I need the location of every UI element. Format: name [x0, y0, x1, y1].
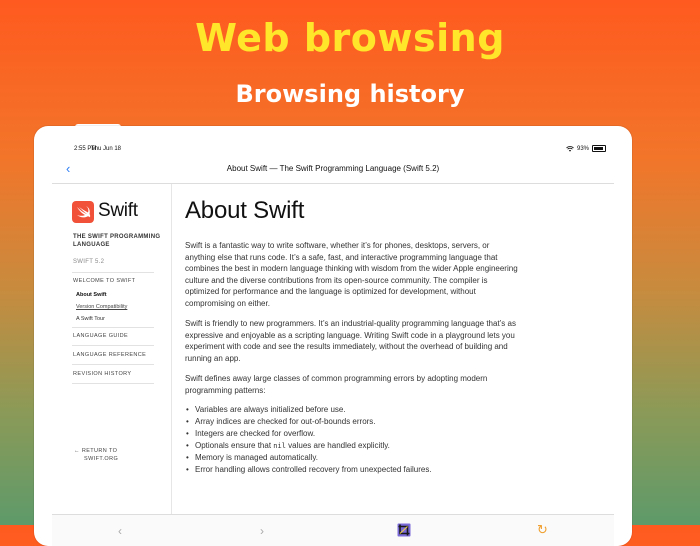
battery-percent: 93%: [576, 145, 589, 152]
reload-icon[interactable]: ↻: [537, 522, 548, 538]
return-link-line2: SWIFT.ORG: [84, 456, 119, 462]
nav-bar: ‹ About Swift — The Swift Programming La…: [52, 156, 614, 184]
book-title: THE SWIFT PROGRAMMING LANGUAGE: [73, 234, 161, 248]
bottom-toolbar: ‹ › ↻: [52, 514, 614, 546]
sidebar-item-revision-history[interactable]: REVISION HISTORY: [73, 371, 131, 377]
return-link-line1: ← RETURN TO: [74, 448, 118, 454]
status-right: 93%: [566, 145, 606, 152]
swift-logo-text[interactable]: Swift: [98, 200, 138, 222]
sidebar-divider: [72, 383, 154, 384]
code-nil: nil: [273, 442, 286, 450]
sidebar-divider: [72, 364, 154, 365]
doc-sidebar: Swift THE SWIFT PROGRAMMING LANGUAGE SWI…: [52, 184, 172, 514]
battery-icon: [592, 145, 606, 152]
sidebar-divider: [72, 272, 154, 273]
list-item: Integers are checked for overflow.: [185, 428, 605, 440]
sidebar-item-swift-tour[interactable]: A Swift Tour: [76, 316, 105, 322]
crop-icon[interactable]: [397, 523, 411, 537]
sidebar-item-language-guide[interactable]: LANGUAGE GUIDE: [73, 333, 128, 339]
article-paragraph: Swift is friendly to new programmers. It…: [185, 319, 516, 363]
list-item: Array indices are checked for out-of-bou…: [185, 416, 605, 428]
sidebar-divider: [72, 345, 154, 346]
safety-bullet-list: Variables are always initialized before …: [185, 404, 605, 476]
headline-title: Web browsing: [195, 16, 505, 60]
swift-bird-icon: [77, 206, 91, 218]
browser-screen: 2:55 PM Thu Jun 18 93% ‹ About Swift — T…: [52, 142, 614, 546]
status-bar: 2:55 PM Thu Jun 18 93%: [52, 142, 614, 156]
article-content: About Swift Swift is a fantastic way to …: [185, 184, 605, 514]
headline-subtitle: Browsing history: [235, 80, 465, 108]
article-paragraph: Swift is a fantastic way to write softwa…: [185, 241, 518, 308]
list-item-text: Optionals ensure that: [195, 441, 274, 450]
sidebar-item-about-swift[interactable]: About Swift: [76, 292, 107, 298]
list-item-text: values are handled explicitly.: [285, 441, 390, 450]
return-to-swift-org-link[interactable]: ← RETURN TO SWIFT.ORG: [74, 447, 118, 463]
status-date: Thu Jun 18: [91, 146, 122, 152]
sidebar-item-version-compatibility[interactable]: Version Compatibility: [76, 304, 127, 310]
list-item: Optionals ensure that nil values are han…: [185, 440, 605, 452]
list-item: Error handling allows controlled recover…: [185, 464, 605, 476]
swift-logo-icon[interactable]: [72, 201, 94, 223]
list-item: Variables are always initialized before …: [185, 404, 605, 416]
wifi-icon: [566, 145, 574, 152]
sidebar-item-welcome[interactable]: WELCOME TO SWIFT: [73, 278, 135, 284]
book-version: SWIFT 5.2: [73, 259, 105, 265]
sidebar-item-language-reference[interactable]: LANGUAGE REFERENCE: [73, 352, 146, 358]
article-paragraph: Swift defines away large classes of comm…: [185, 374, 488, 395]
chevron-left-icon[interactable]: ‹: [118, 524, 122, 538]
tablet-frame: 2:55 PM Thu Jun 18 93% ‹ About Swift — T…: [34, 126, 632, 546]
article-title: About Swift: [185, 197, 305, 224]
list-item: Memory is managed automatically.: [185, 452, 605, 464]
sidebar-divider: [72, 327, 154, 328]
chevron-right-icon[interactable]: ›: [260, 524, 264, 538]
page-title-bar: About Swift — The Swift Programming Lang…: [226, 164, 440, 173]
